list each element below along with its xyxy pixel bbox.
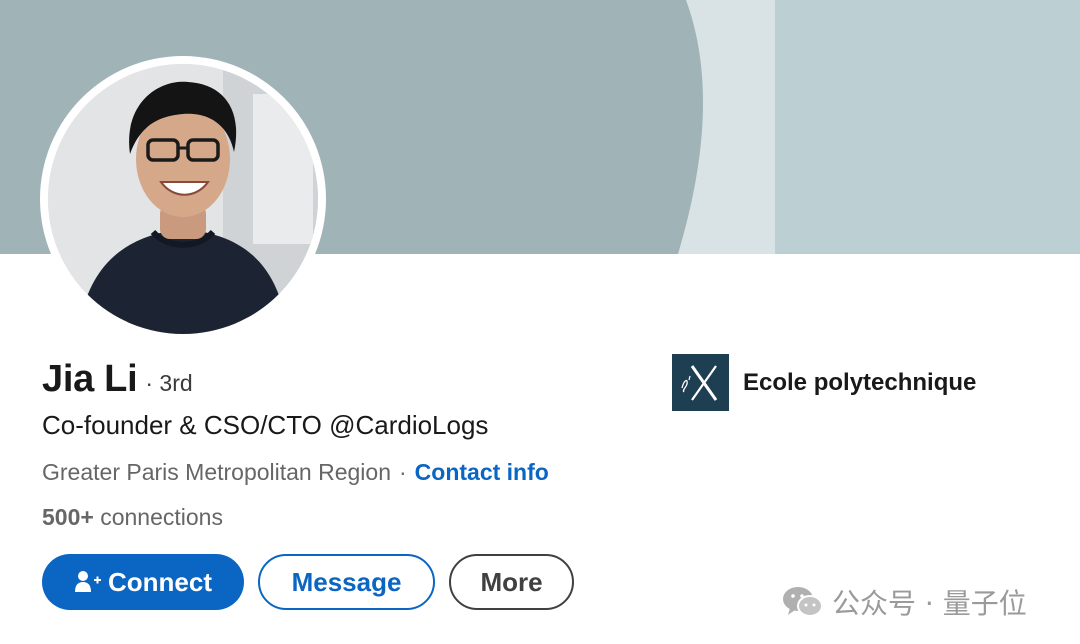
profile-headline: Co-founder & CSO/CTO @CardioLogs [42,410,489,440]
contact-info-link[interactable]: Contact info [415,459,549,486]
avatar-photo [48,64,318,334]
connect-button[interactable]: Connect [42,554,244,610]
profile-location: Greater Paris Metropolitan Region [42,459,391,485]
connections-summary[interactable]: 500+ connections [42,504,223,531]
avatar[interactable] [48,64,318,334]
profile-name: Jia Li [42,358,138,400]
connections-count: 500+ [42,504,94,530]
watermark: 公众号 · 量子位 [782,582,1027,622]
education-school[interactable]: Ecole polytechnique [672,354,976,411]
add-person-icon [74,570,102,594]
message-button[interactable]: Message [258,554,435,610]
name-row: Jia Li · 3rd [42,358,193,401]
more-button[interactable]: More [449,554,574,610]
ecole-polytechnique-logo [672,354,729,411]
watermark-text: 公众号 · 量子位 [832,587,1027,620]
connection-degree: · 3rd [145,370,193,396]
school-name: Ecole polytechnique [743,368,977,396]
wechat-icon [782,584,824,620]
connect-label: Connect [108,566,212,597]
location-row: Greater Paris Metropolitan Region · Cont… [42,459,549,486]
location-separator: · [399,459,407,485]
connections-label: connections [100,504,223,530]
